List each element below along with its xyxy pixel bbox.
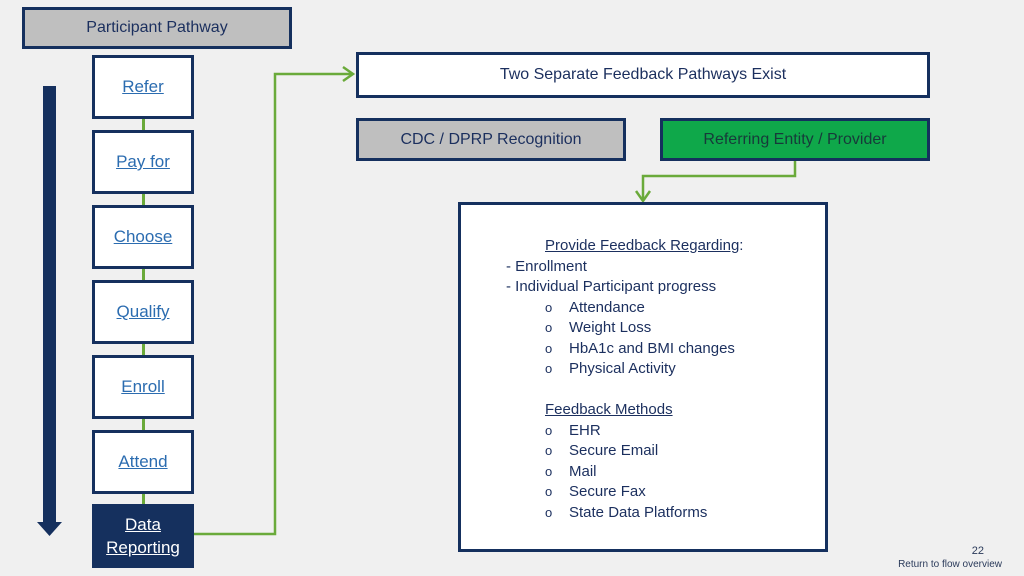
circle-bullet-icon: o	[545, 464, 553, 479]
circle-bullet-icon: o	[545, 443, 553, 458]
feedback-heading: Provide Feedback Regarding:	[545, 237, 744, 254]
step-connector	[142, 493, 145, 504]
step-data-reporting[interactable]: Data Reporting	[92, 504, 194, 568]
step-data-reporting-line2: Reporting	[106, 538, 180, 557]
green-connector-to-header	[194, 72, 352, 536]
page-number: 22	[971, 545, 984, 557]
referring-entity-provider-box: Referring Entity / Provider	[660, 118, 930, 161]
circle-bullet-icon: o	[545, 320, 553, 335]
step-choose[interactable]: Choose	[92, 205, 194, 269]
circle-bullet-icon: o	[545, 361, 553, 376]
step-connector	[142, 118, 145, 130]
step-connector	[142, 418, 145, 430]
feedback-item: - Individual Participant progress	[506, 278, 717, 295]
return-to-flow-overview-link[interactable]: Return to flow overview	[898, 559, 1002, 570]
feedback-item: - Enrollment	[506, 258, 587, 275]
green-connector-to-feedback	[641, 160, 797, 200]
circle-bullet-icon: o	[545, 341, 553, 356]
cdc-dprp-recognition-box: CDC / DPRP Recognition	[356, 118, 626, 161]
step-qualify-link[interactable]: Qualify	[117, 302, 170, 322]
step-qualify[interactable]: Qualify	[92, 280, 194, 344]
step-attend[interactable]: Attend	[92, 430, 194, 494]
feedback-methods-heading: Feedback Methods	[545, 401, 673, 418]
step-enroll-link[interactable]: Enroll	[121, 377, 164, 397]
step-pay-for-link[interactable]: Pay for	[116, 152, 170, 172]
step-refer[interactable]: Refer	[92, 55, 194, 119]
step-connector	[142, 193, 145, 205]
step-choose-link[interactable]: Choose	[114, 227, 173, 247]
down-arrow-head	[37, 522, 62, 536]
step-data-reporting-line1: Data	[125, 515, 161, 534]
step-refer-link[interactable]: Refer	[122, 77, 164, 97]
step-connector	[142, 343, 145, 355]
step-enroll[interactable]: Enroll	[92, 355, 194, 419]
step-connector	[142, 268, 145, 280]
circle-bullet-icon: o	[545, 484, 553, 499]
feedback-details-box: Provide Feedback Regarding: - Enrollment…	[458, 202, 828, 552]
circle-bullet-icon: o	[545, 300, 553, 315]
circle-bullet-icon: o	[545, 505, 553, 520]
circle-bullet-icon: o	[545, 423, 553, 438]
feedback-pathways-header: Two Separate Feedback Pathways Exist	[356, 52, 930, 98]
step-attend-link[interactable]: Attend	[118, 452, 167, 472]
step-pay-for[interactable]: Pay for	[92, 130, 194, 194]
step-data-reporting-link[interactable]: Data Reporting	[106, 513, 180, 559]
